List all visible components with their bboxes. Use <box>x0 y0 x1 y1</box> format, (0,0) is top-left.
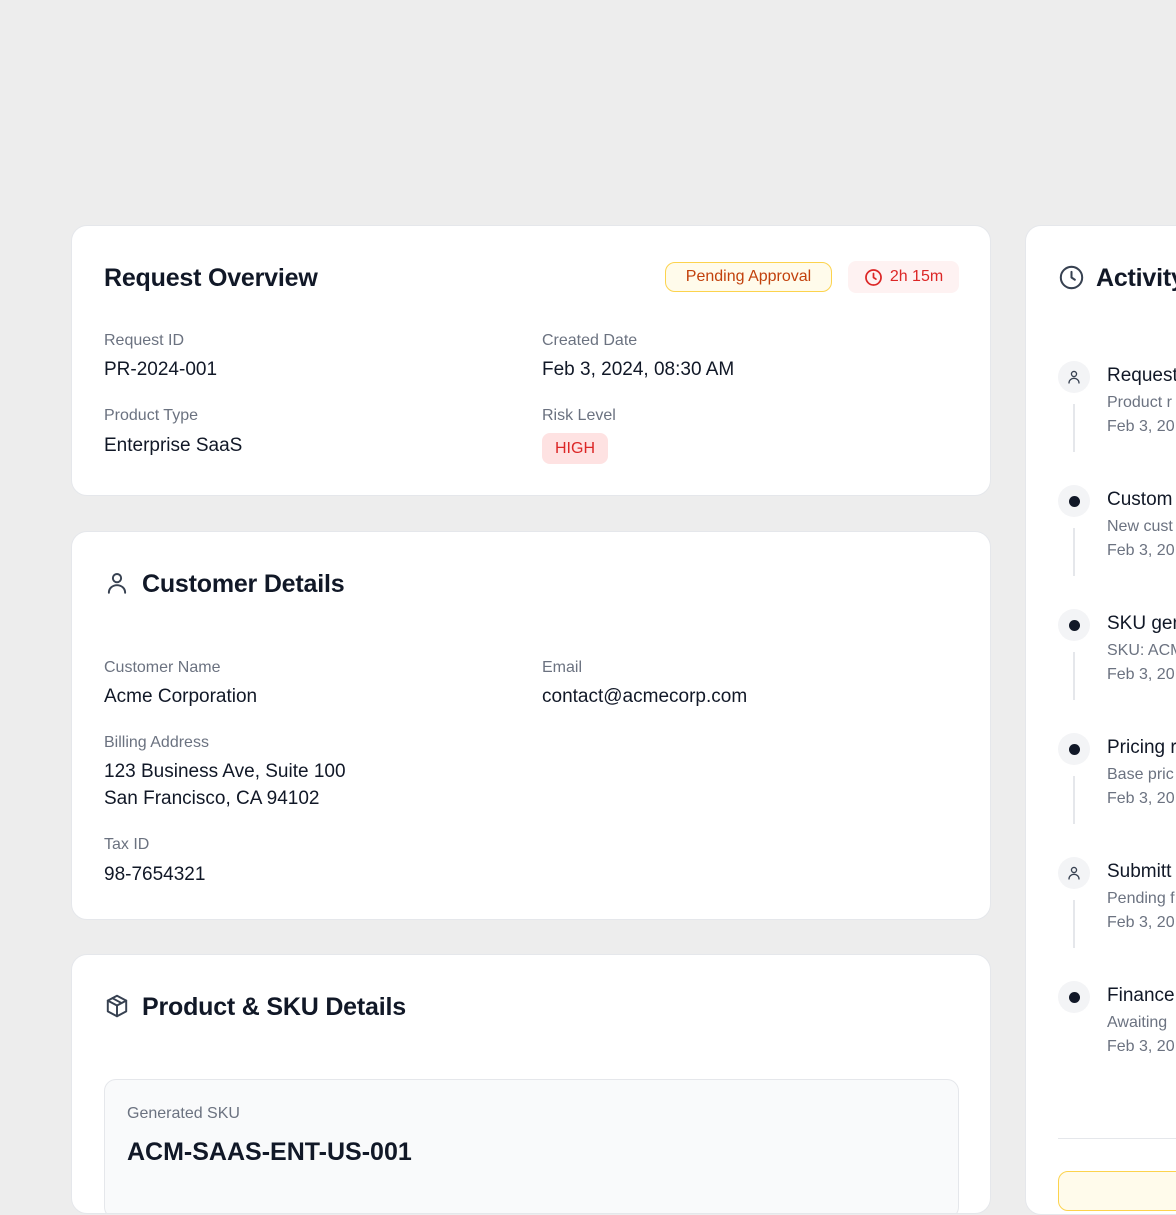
activity-status-badge <box>1058 1171 1176 1211</box>
timeline-connector <box>1073 776 1075 824</box>
activity-item-title: SKU gen <box>1107 613 1176 634</box>
activity-node-user <box>1058 361 1090 393</box>
activity-item-title: Submitt <box>1107 861 1172 882</box>
timeline-connector <box>1073 900 1075 948</box>
generated-sku-value: ACM-SAAS-ENT-US-001 <box>127 1138 412 1166</box>
activity-title: Activity <box>1096 264 1176 292</box>
product-type-value: Enterprise SaaS <box>104 435 243 456</box>
package-icon <box>104 993 130 1019</box>
timeline-connector <box>1073 652 1075 700</box>
dot-icon <box>1068 619 1080 631</box>
activity-item-title: Custom <box>1107 489 1173 510</box>
activity-card: Activity Request Product r Feb 3, 20 Cus… <box>1025 225 1176 1215</box>
risk-level-badge: HIGH <box>542 433 608 464</box>
activity-item-title: Finance <box>1107 985 1175 1006</box>
product-type-label: Product Type <box>104 407 198 424</box>
tax-id-value: 98-7654321 <box>104 864 206 885</box>
status-badge: Pending Approval <box>665 262 832 292</box>
activity-item-desc: Base pric <box>1107 766 1174 783</box>
activity-item-title: Request <box>1107 365 1176 386</box>
email-value: contact@acmecorp.com <box>542 686 748 707</box>
activity-item-date: Feb 3, 20 <box>1107 542 1175 559</box>
request-id-value: PR-2024-001 <box>104 359 218 380</box>
dot-icon <box>1068 991 1080 1003</box>
billing-address-line1: 123 Business Ave, Suite 100 <box>104 761 346 782</box>
activity-node-dot <box>1058 733 1090 765</box>
activity-item-date: Feb 3, 20 <box>1107 418 1175 435</box>
user-icon <box>1066 369 1082 385</box>
sku-box: Generated SKU ACM-SAAS-ENT-US-001 <box>104 1079 959 1213</box>
request-id-label: Request ID <box>104 332 185 349</box>
request-overview-card: Request Overview Pending Approval 2h 15m… <box>71 225 991 496</box>
created-date-value: Feb 3, 2024, 08:30 AM <box>542 359 735 380</box>
clock-icon <box>1058 264 1085 291</box>
activity-item-title: Pricing r <box>1107 737 1176 758</box>
request-overview-title: Request Overview <box>104 264 318 292</box>
user-icon <box>1066 865 1082 881</box>
product-sku-title: Product & SKU Details <box>142 993 406 1021</box>
customer-details-title: Customer Details <box>142 570 345 598</box>
timer-text: 2h 15m <box>889 268 944 285</box>
activity-item-desc: Pending f <box>1107 890 1175 907</box>
timeline-connector <box>1073 528 1075 576</box>
customer-name-value: Acme Corporation <box>104 686 258 707</box>
activity-node-dot <box>1058 981 1090 1013</box>
activity-item-desc: Product r <box>1107 394 1172 411</box>
activity-node-dot <box>1058 485 1090 517</box>
activity-node-user <box>1058 857 1090 889</box>
activity-divider <box>1058 1138 1176 1139</box>
activity-item-date: Feb 3, 20 <box>1107 666 1175 683</box>
billing-address-line2: San Francisco, CA 94102 <box>104 788 320 809</box>
generated-sku-label: Generated SKU <box>127 1105 240 1122</box>
email-label: Email <box>542 659 583 676</box>
activity-item-desc: Awaiting <box>1107 1014 1168 1031</box>
timeline-connector <box>1073 404 1075 452</box>
activity-item-date: Feb 3, 20 <box>1107 1038 1175 1055</box>
customer-details-card: Customer Details Customer Name Acme Corp… <box>71 531 991 920</box>
customer-name-label: Customer Name <box>104 659 221 676</box>
billing-address-label: Billing Address <box>104 734 209 751</box>
activity-item-date: Feb 3, 20 <box>1107 914 1175 931</box>
timer-badge: 2h 15m <box>848 261 959 293</box>
dot-icon <box>1068 495 1080 507</box>
user-icon <box>104 570 130 596</box>
activity-item-desc: New cust <box>1107 518 1173 535</box>
activity-item-desc: SKU: ACM <box>1107 642 1176 659</box>
dot-icon <box>1068 743 1080 755</box>
activity-node-dot <box>1058 609 1090 641</box>
created-date-label: Created Date <box>542 332 638 349</box>
product-sku-card: Product & SKU Details Generated SKU ACM-… <box>71 954 991 1214</box>
tax-id-label: Tax ID <box>104 836 150 853</box>
activity-item-date: Feb 3, 20 <box>1107 790 1175 807</box>
risk-level-label: Risk Level <box>542 407 616 424</box>
clock-icon <box>864 268 883 287</box>
